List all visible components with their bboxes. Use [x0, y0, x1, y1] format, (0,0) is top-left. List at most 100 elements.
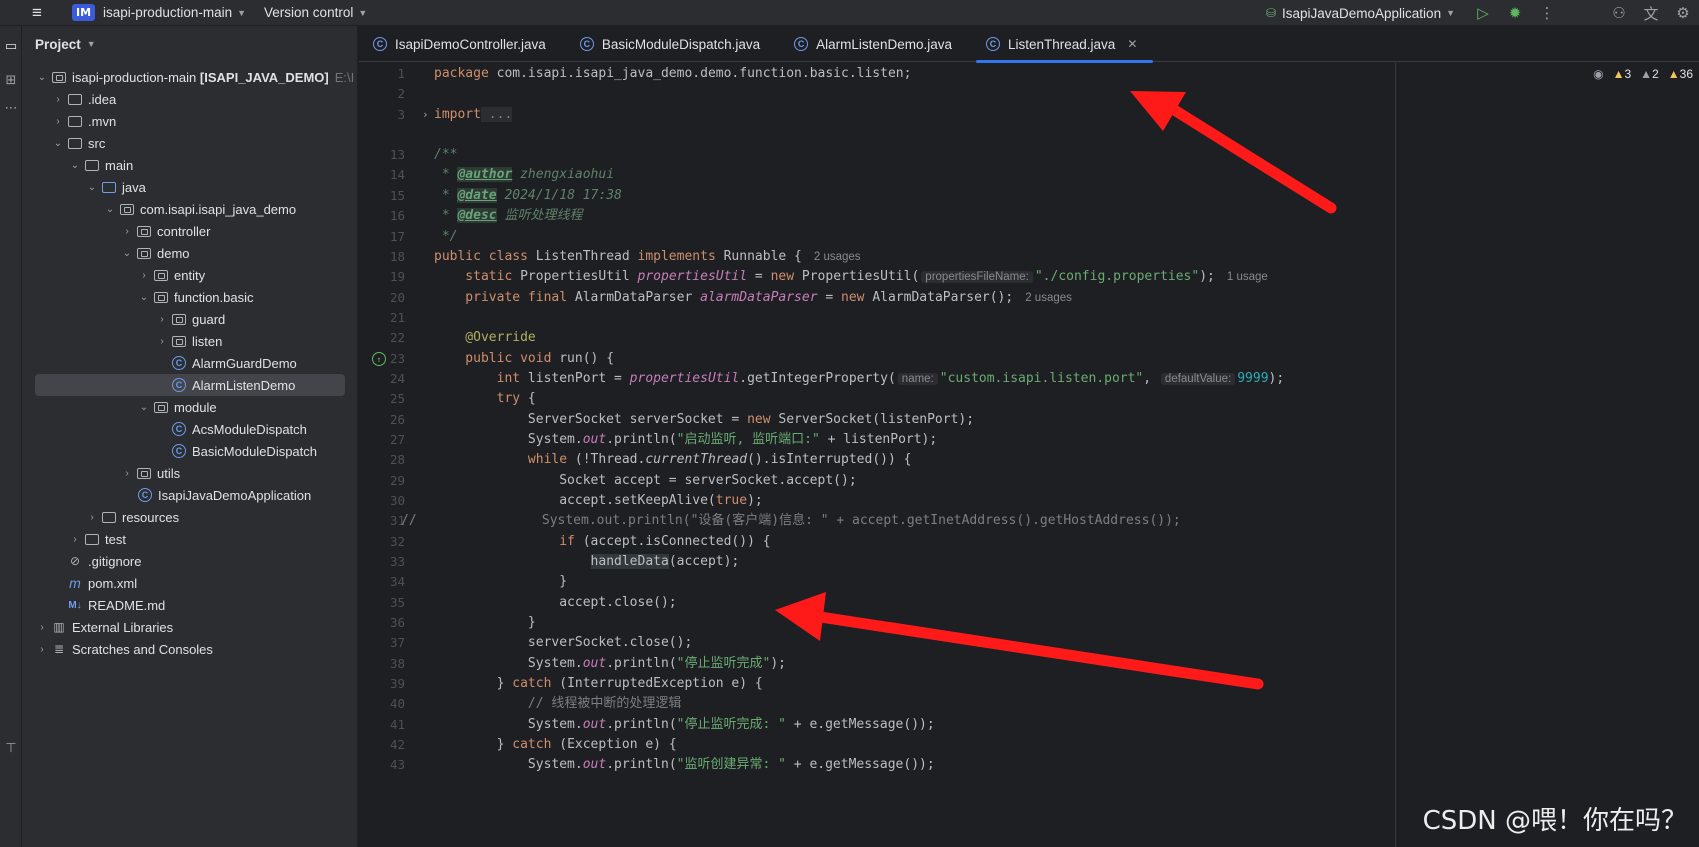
translate-icon[interactable]: 文 — [1635, 3, 1667, 24]
tab-basic-module-dispatch[interactable]: C BasicModuleDispatch.java — [566, 26, 780, 62]
version-control-menu[interactable]: Version control — [264, 5, 353, 20]
code-token: implements — [637, 249, 716, 264]
tree-item-function-basic[interactable]: ⌄ function.basic — [22, 286, 358, 308]
implements-method-icon[interactable]: ↑ — [372, 352, 386, 366]
tab-listen-thread[interactable]: C ListenThread.java ✕ — [972, 26, 1157, 63]
close-icon[interactable]: ✕ — [1127, 37, 1137, 51]
expanded-arrow-icon[interactable]: ⌄ — [136, 292, 152, 303]
more-actions-icon[interactable]: ⋮ — [1531, 4, 1563, 22]
chevron-down-icon[interactable]: ▼ — [237, 8, 246, 18]
tree-item-entity[interactable]: › entity — [22, 264, 358, 286]
tree-item-acs-module-dispatch[interactable]: C AcsModuleDispatch — [22, 418, 358, 440]
project-switcher[interactable]: isapi-production-main — [103, 5, 232, 20]
usages-hint[interactable]: 2 usages — [1025, 292, 1072, 304]
inspection-widget[interactable]: ◉ ▲3 ▲2 ▲36 — [1593, 67, 1693, 81]
tree-item-guard[interactable]: › guard — [22, 308, 358, 330]
code-token: } — [434, 676, 513, 691]
tree-item-resources[interactable]: › resources — [22, 506, 358, 528]
tree-item-main[interactable]: ⌄ main — [22, 154, 358, 176]
run-icon[interactable]: ▷ — [1467, 4, 1499, 22]
tree-item-basic-module-dispatch[interactable]: C BasicModuleDispatch — [22, 440, 358, 462]
typo-count[interactable]: ▲36 — [1668, 67, 1693, 81]
collapsed-arrow-icon[interactable]: › — [119, 468, 135, 479]
project-panel: Project ▼ ⌄ isapi-production-main [ISAPI… — [22, 26, 358, 847]
code-line-15: * @date 2024/1/18 17:38 — [434, 185, 622, 207]
tree-item-java[interactable]: ⌄ java — [22, 176, 358, 198]
code-token: AlarmDataParser(); — [864, 290, 1014, 305]
expanded-arrow-icon[interactable]: ⌄ — [67, 160, 83, 171]
tree-item-module[interactable]: ⌄ module — [22, 396, 358, 418]
code-token: = — [817, 290, 842, 305]
line-number: 37 — [389, 635, 405, 650]
tree-item-alarm-listen-demo[interactable]: C AlarmListenDemo — [35, 374, 345, 396]
tab-alarm-listen-demo[interactable]: C AlarmListenDemo.java — [780, 26, 972, 62]
collapsed-arrow-icon[interactable]: › — [34, 644, 50, 655]
line-number: 43 — [389, 757, 405, 772]
warning-count[interactable]: ▲3 — [1613, 67, 1632, 81]
tree-item-scratches[interactable]: › ≣ Scratches and Consoles — [22, 638, 358, 660]
tree-item-test[interactable]: › test — [22, 528, 358, 550]
tree-item-demo[interactable]: ⌄ demo — [22, 242, 358, 264]
collapsed-arrow-icon[interactable]: › — [154, 336, 170, 347]
collapsed-arrow-icon[interactable]: › — [136, 270, 152, 281]
tree-item-label: com.isapi.isapi_java_demo — [140, 201, 297, 217]
tab-isapi-demo-controller[interactable]: C IsapiDemoController.java — [359, 26, 566, 62]
code-token: + listenPort); — [819, 432, 938, 447]
tree-item-mvn[interactable]: › .mvn — [22, 110, 358, 132]
usages-hint[interactable]: 2 usages — [814, 251, 861, 263]
tree-item-package-root[interactable]: ⌄ com.isapi.isapi_java_demo — [22, 198, 358, 220]
expanded-arrow-icon[interactable]: ⌄ — [119, 248, 135, 259]
collapsed-arrow-icon[interactable]: › — [154, 314, 170, 325]
usages-hint[interactable]: 1 usage — [1227, 271, 1268, 283]
expanded-arrow-icon[interactable]: ⌄ — [50, 138, 66, 149]
project-panel-header[interactable]: Project ▼ — [22, 26, 357, 62]
code-editor[interactable]: ◉ ▲3 ▲2 ▲36 1 2 3 13 14 15 16 17 18 19 2… — [359, 63, 1699, 847]
reader-mode-icon[interactable]: ◉ — [1593, 67, 1603, 81]
tree-item-idea[interactable]: › .idea — [22, 88, 358, 110]
code-token: "停止监听完成: " — [676, 717, 786, 732]
tree-item-gitignore[interactable]: ⊘ .gitignore — [22, 550, 358, 572]
tree-item-alarm-guard-demo[interactable]: C AlarmGuardDemo — [22, 352, 358, 374]
folded-imports[interactable]: ... — [480, 107, 513, 122]
terminal-icon[interactable]: ⊤ — [0, 734, 22, 762]
add-user-icon[interactable]: ⚇ — [1603, 4, 1635, 22]
main-menu-icon[interactable]: ≡ — [32, 3, 54, 23]
collapsed-arrow-icon[interactable]: › — [119, 226, 135, 237]
tree-item-controller[interactable]: › controller — [22, 220, 358, 242]
tree-item-src[interactable]: ⌄ src — [22, 132, 358, 154]
line-number: 20 — [389, 290, 405, 305]
run-configuration-selector[interactable]: ⛁ IsapiJavaDemoApplication ▼ — [1260, 6, 1455, 21]
highlighted-method-call[interactable]: handleData — [590, 554, 669, 569]
collapsed-arrow-icon[interactable]: › — [84, 512, 100, 523]
tree-item-utils[interactable]: › utils — [22, 462, 358, 484]
chevron-down-icon[interactable]: ▼ — [358, 8, 367, 18]
expanded-arrow-icon[interactable]: ⌄ — [136, 402, 152, 413]
code-token: ServerSocket(listenPort); — [770, 412, 975, 427]
weak-warning-count[interactable]: ▲2 — [1640, 67, 1659, 81]
debug-icon[interactable]: ✹ — [1499, 4, 1531, 22]
expanded-arrow-icon[interactable]: ⌄ — [34, 72, 50, 83]
code-line-22: @Override — [434, 330, 536, 345]
tree-item-application[interactable]: C IsapiJavaDemoApplication — [22, 484, 358, 506]
tree-item-readme[interactable]: M↓ README.md — [22, 594, 358, 616]
tree-item-pom[interactable]: m pom.xml — [22, 572, 358, 594]
structure-icon[interactable]: ⊞ — [0, 66, 22, 94]
maven-icon: m — [69, 575, 81, 591]
tree-item-listen[interactable]: › listen — [22, 330, 358, 352]
collapsed-arrow-icon[interactable]: › — [50, 116, 66, 127]
expanded-arrow-icon[interactable]: ⌄ — [84, 182, 100, 193]
expanded-arrow-icon[interactable]: ⌄ — [102, 204, 118, 215]
chevron-down-icon[interactable]: ▼ — [87, 39, 96, 49]
fold-arrow-icon[interactable]: › — [422, 104, 429, 126]
tree-item-root[interactable]: ⌄ isapi-production-main [ISAPI_JAVA_DEMO… — [22, 66, 358, 88]
code-token: 监听处理线程 — [496, 208, 583, 223]
ignore-file-icon: ⊘ — [69, 554, 81, 568]
code-token: new — [770, 269, 795, 284]
collapsed-arrow-icon[interactable]: › — [67, 534, 83, 545]
more-tools-icon[interactable]: ⋯ — [0, 94, 22, 122]
tree-item-external-libraries[interactable]: › ▥ External Libraries — [22, 616, 358, 638]
settings-icon[interactable]: ⚙ — [1667, 4, 1699, 22]
project-folder-icon[interactable]: ▭ — [0, 32, 22, 60]
collapsed-arrow-icon[interactable]: › — [50, 94, 66, 105]
collapsed-arrow-icon[interactable]: › — [34, 622, 50, 633]
